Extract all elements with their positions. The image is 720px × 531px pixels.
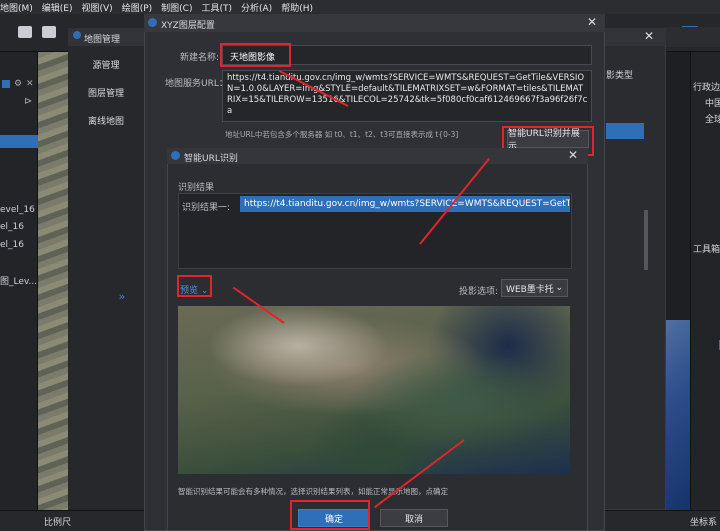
settings-icon[interactable]: ⚙ xyxy=(14,79,22,89)
search-icon[interactable] xyxy=(2,80,10,88)
admin-boundary-label: 行政边界 xyxy=(693,83,720,93)
close-icon[interactable]: ✕ xyxy=(26,79,34,89)
manager-nav: 源管理 图层管理 离线地图 » xyxy=(68,46,144,510)
url-label: 地图服务URL： xyxy=(165,79,228,89)
nav-offline-map[interactable]: 离线地图 xyxy=(68,114,144,127)
preview-map-image[interactable] xyxy=(178,306,570,474)
selected-table-row[interactable] xyxy=(606,123,644,139)
layer-item[interactable]: evel_16 xyxy=(0,205,35,215)
xyz-titlebar: XYZ图层配置 ✕ xyxy=(144,14,605,32)
collapse-icon[interactable]: ⊳ xyxy=(24,96,32,107)
layer-item[interactable]: 图_Lev... xyxy=(0,274,37,287)
smart-url-title: 智能URL识别 xyxy=(184,154,238,164)
tree-item-china[interactable]: 中国 xyxy=(705,96,720,109)
selected-layer-row[interactable] xyxy=(0,135,38,148)
menu-draw[interactable]: 绘图(P) xyxy=(122,1,152,14)
tree-item-global[interactable]: 全球 xyxy=(705,112,720,125)
map-manager-title: 地图管理 xyxy=(84,35,121,45)
column-header-type: 影类型 xyxy=(606,71,634,81)
name-input[interactable]: 天地图影像 xyxy=(230,50,275,63)
close-icon[interactable]: ✕ xyxy=(587,15,597,29)
menu-tools[interactable]: 工具(T) xyxy=(201,1,232,14)
xyz-title: XYZ图层配置 xyxy=(161,21,215,31)
cancel-button[interactable]: 取消 xyxy=(380,509,448,527)
results-heading: 识别结果 xyxy=(178,183,215,193)
nav-layer-management[interactable]: 图层管理 xyxy=(68,86,144,99)
url-textarea[interactable]: https://t4.tianditu.gov.cn/img_w/wmts?SE… xyxy=(227,73,589,119)
menu-mapping[interactable]: 制图(C) xyxy=(161,1,192,14)
result-item-selected[interactable]: https://t4.tianditu.gov.cn/img_w/wmts?SE… xyxy=(240,196,570,212)
projection-value: WEB墨卡托 xyxy=(506,284,554,295)
annotation-box-ok xyxy=(290,500,370,530)
crs-label: 坐标系 xyxy=(690,518,718,528)
map-canvas-left[interactable] xyxy=(38,52,68,510)
app-icon xyxy=(73,31,81,39)
menu-edit[interactable]: 编辑(E) xyxy=(42,1,73,14)
close-icon[interactable]: ✕ xyxy=(568,148,578,162)
menu-map[interactable]: 地图(M) xyxy=(0,1,33,14)
scale-label: 比例尺 xyxy=(44,518,72,528)
layer-panel: ⚙ ✕ ⊳ evel_16 el_16 el_16 图_Lev... xyxy=(0,52,38,531)
menu-help[interactable]: 帮助(H) xyxy=(281,1,313,14)
footer-hint: 智能识别结果可能会有多种情况，选择识别结果列表，如能正常显示地图，点确定 xyxy=(178,487,448,496)
annotation-box-preview xyxy=(177,275,212,297)
close-icon[interactable]: ✕ xyxy=(644,29,654,43)
nav-source-management[interactable]: 源管理 xyxy=(68,58,144,71)
projection-label: 投影选项: xyxy=(459,287,499,297)
menu-view[interactable]: 视图(V) xyxy=(82,1,113,14)
toolbox-label: 工具箱 xyxy=(693,245,720,255)
scrollbar[interactable] xyxy=(644,210,648,270)
chevron-down-icon: ⌄ xyxy=(555,283,563,293)
image-tool-icon[interactable] xyxy=(18,26,32,38)
app-icon xyxy=(148,18,157,27)
menu-bar: 地图(M) 编辑(E) 视图(V) 绘图(P) 制图(C) 工具(T) 分析(A… xyxy=(0,0,720,14)
layer-item[interactable]: el_16 xyxy=(0,240,24,250)
layer-item[interactable]: el_16 xyxy=(0,222,24,232)
right-panel: 行政边界 中国 全球 工具箱 xyxy=(690,52,720,531)
url-hint: 地址URL中若包含多个服务器 如 t0、t1、t2、t3可直接表示成 t{0-3… xyxy=(225,130,459,139)
menu-analysis[interactable]: 分析(A) xyxy=(241,1,272,14)
projection-select[interactable]: WEB墨卡托 ⌄ xyxy=(501,279,568,297)
right-header xyxy=(665,27,720,47)
result-label: 识别结果一: xyxy=(182,203,231,213)
app-icon xyxy=(171,151,180,160)
smart-url-titlebar: 智能URL识别 ✕ xyxy=(167,148,588,164)
name-label: 新建名称: xyxy=(180,53,220,63)
layer-tool-icon[interactable] xyxy=(42,26,56,38)
